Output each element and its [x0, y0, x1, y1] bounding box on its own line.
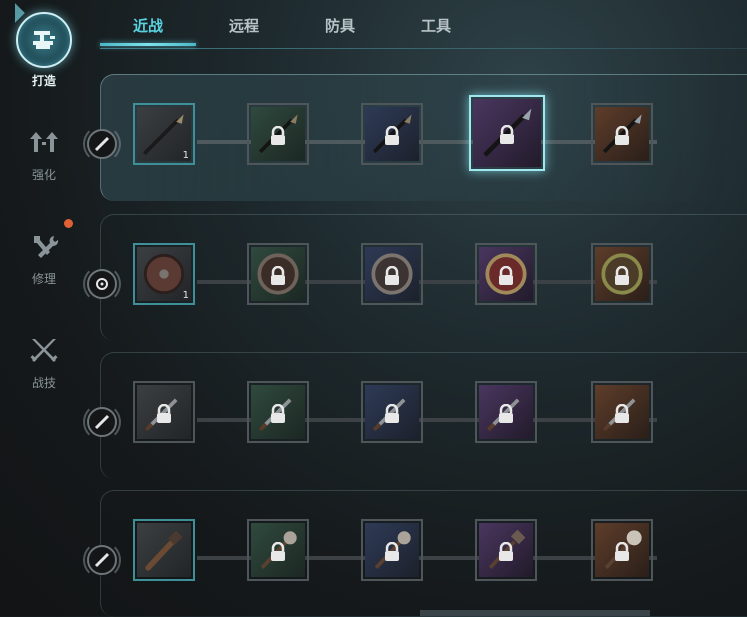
hammer-wrench-icon: [34, 236, 59, 258]
tab-melee[interactable]: 近战: [100, 10, 196, 42]
tab-tools[interactable]: 工具: [388, 10, 484, 42]
item-slot[interactable]: [361, 519, 423, 581]
club-icon: [145, 530, 183, 571]
item-slot[interactable]: [361, 243, 423, 305]
lock-icon: [385, 126, 399, 145]
shield-target-icon[interactable]: [83, 265, 121, 303]
lock-icon: [499, 542, 513, 561]
lock-icon: [271, 266, 285, 285]
sidebar-item-repair[interactable]: 修理: [0, 232, 88, 287]
sidebar-item-label: 强化: [31, 168, 56, 182]
item-slot[interactable]: [133, 381, 195, 443]
category-tabs: 近战 远程 防具 工具: [100, 10, 747, 49]
upgrade-arrows-icon: [30, 132, 58, 152]
item-slot[interactable]: [247, 519, 309, 581]
item-slot[interactable]: [247, 103, 309, 165]
item-slot[interactable]: [361, 103, 423, 165]
notification-dot: [64, 219, 73, 228]
item-slot[interactable]: [361, 381, 423, 443]
item-slot[interactable]: [247, 243, 309, 305]
lock-icon: [499, 266, 513, 285]
item-slot[interactable]: [591, 381, 653, 443]
lock-icon: [157, 404, 171, 423]
weapon-row: 1: [83, 214, 747, 341]
divider: [100, 48, 747, 49]
item-slot[interactable]: [475, 519, 537, 581]
weapon-row: 1: [83, 74, 747, 201]
item-slot[interactable]: [591, 519, 653, 581]
lock-icon: [385, 404, 399, 423]
weapon-row: [83, 352, 747, 479]
sword-slash-icon[interactable]: [83, 541, 121, 579]
sidebar-item-skills[interactable]: 战技: [0, 336, 88, 391]
item-count: 1: [182, 150, 189, 161]
lock-icon: [615, 126, 629, 145]
active-tab-indicator: [100, 43, 196, 46]
left-sidebar: 打造 强化 修理 战技: [0, 0, 88, 616]
lock-icon: [500, 125, 514, 144]
item-slot[interactable]: 1: [133, 243, 195, 305]
sidebar-item-label: 战技: [31, 376, 56, 390]
scrollbar[interactable]: [420, 610, 650, 616]
item-slot[interactable]: [247, 381, 309, 443]
lock-icon: [271, 404, 285, 423]
sword-slash-icon[interactable]: [83, 125, 121, 163]
lock-icon: [615, 404, 629, 423]
anvil-icon: [16, 12, 72, 68]
sword-slash-icon[interactable]: [83, 403, 121, 441]
item-slot[interactable]: [591, 103, 653, 165]
sidebar-item-craft[interactable]: 打造: [0, 0, 88, 89]
lock-icon: [271, 542, 285, 561]
item-slot[interactable]: 1: [133, 103, 195, 165]
sidebar-item-label: 打造: [31, 74, 56, 88]
item-slot[interactable]: [475, 381, 537, 443]
lock-icon: [615, 542, 629, 561]
lock-icon: [499, 404, 513, 423]
item-slot[interactable]: [469, 95, 545, 171]
tab-ranged[interactable]: 远程: [196, 10, 292, 42]
lock-icon: [385, 542, 399, 561]
sidebar-item-upgrade[interactable]: 强化: [0, 128, 88, 183]
lock-icon: [615, 266, 629, 285]
item-slot[interactable]: [591, 243, 653, 305]
lock-icon: [271, 126, 285, 145]
weapon-row: [83, 490, 747, 617]
item-slot[interactable]: [475, 243, 537, 305]
crossed-swords-icon: [30, 339, 58, 362]
sidebar-item-label: 修理: [31, 272, 56, 286]
item-count: 1: [182, 290, 189, 301]
tab-armor[interactable]: 防具: [292, 10, 388, 42]
item-slot[interactable]: [133, 519, 195, 581]
lock-icon: [385, 266, 399, 285]
